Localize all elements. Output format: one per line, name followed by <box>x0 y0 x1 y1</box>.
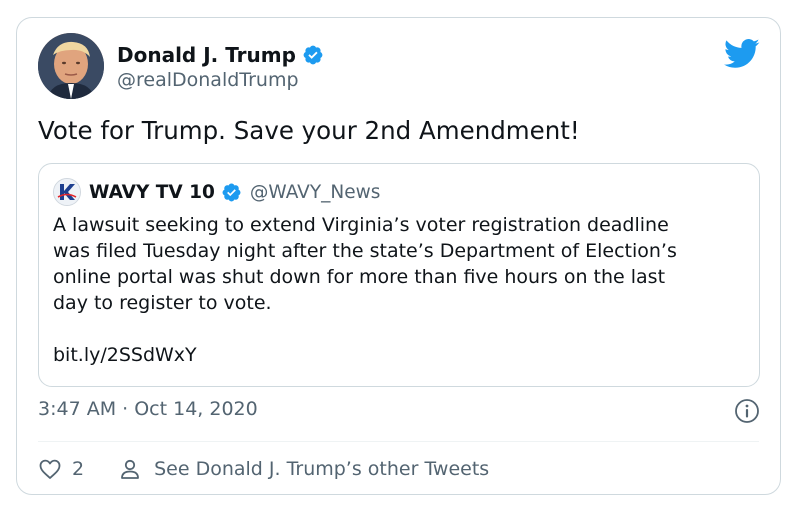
author-avatar[interactable] <box>38 33 104 99</box>
tweet-card[interactable]: Donald J. Trump @realDonaldTrump Vote fo… <box>16 17 781 495</box>
divider <box>38 441 759 442</box>
author-handle[interactable]: @realDonaldTrump <box>117 69 299 91</box>
like-count: 2 <box>72 458 85 480</box>
twitter-bird-icon[interactable] <box>724 35 760 71</box>
quote-text-line: A lawsuit seeking to extend Virginia’s v… <box>53 214 669 236</box>
quote-author-name[interactable]: WAVY TV 10 <box>89 182 215 203</box>
quote-text-line: was filed Tuesday night after the state’… <box>53 240 677 262</box>
other-tweets-label: See Donald J. Trump’s other Tweets <box>154 458 490 480</box>
author-name-row: Donald J. Trump <box>117 43 324 67</box>
quote-link[interactable]: bit.ly/2SSdWxY <box>53 342 197 368</box>
tweet-timestamp[interactable]: 3:47 AM · Oct 14, 2020 <box>38 398 258 420</box>
info-icon[interactable] <box>734 398 760 424</box>
person-icon <box>121 459 139 479</box>
verified-badge-icon <box>303 45 323 65</box>
quote-text: A lawsuit seeking to extend Virginia’s v… <box>53 212 753 316</box>
quote-author-handle[interactable]: @WAVY_News <box>250 182 380 203</box>
quote-header: WAVY TV 10 @WAVY_News <box>89 180 380 204</box>
quote-text-line: online portal was shut down for more tha… <box>53 266 666 288</box>
tweet-actions: 2 See Donald J. Trump’s other Tweets <box>38 455 489 483</box>
quote-text-line: day to register to vote. <box>53 292 272 314</box>
quote-avatar[interactable] <box>53 178 81 206</box>
avatar-portrait-icon <box>38 33 104 99</box>
like-button[interactable]: 2 <box>38 457 84 481</box>
other-tweets-link[interactable]: See Donald J. Trump’s other Tweets <box>118 457 489 481</box>
verified-badge-icon <box>222 183 241 201</box>
author-name[interactable]: Donald J. Trump <box>117 43 296 67</box>
tweet-text: Vote for Trump. Save your 2nd Amendment! <box>38 116 580 145</box>
quoted-tweet[interactable]: WAVY TV 10 @WAVY_News A lawsuit seeking … <box>38 163 760 387</box>
wavy-logo-icon <box>54 179 80 205</box>
heart-icon <box>39 459 61 479</box>
